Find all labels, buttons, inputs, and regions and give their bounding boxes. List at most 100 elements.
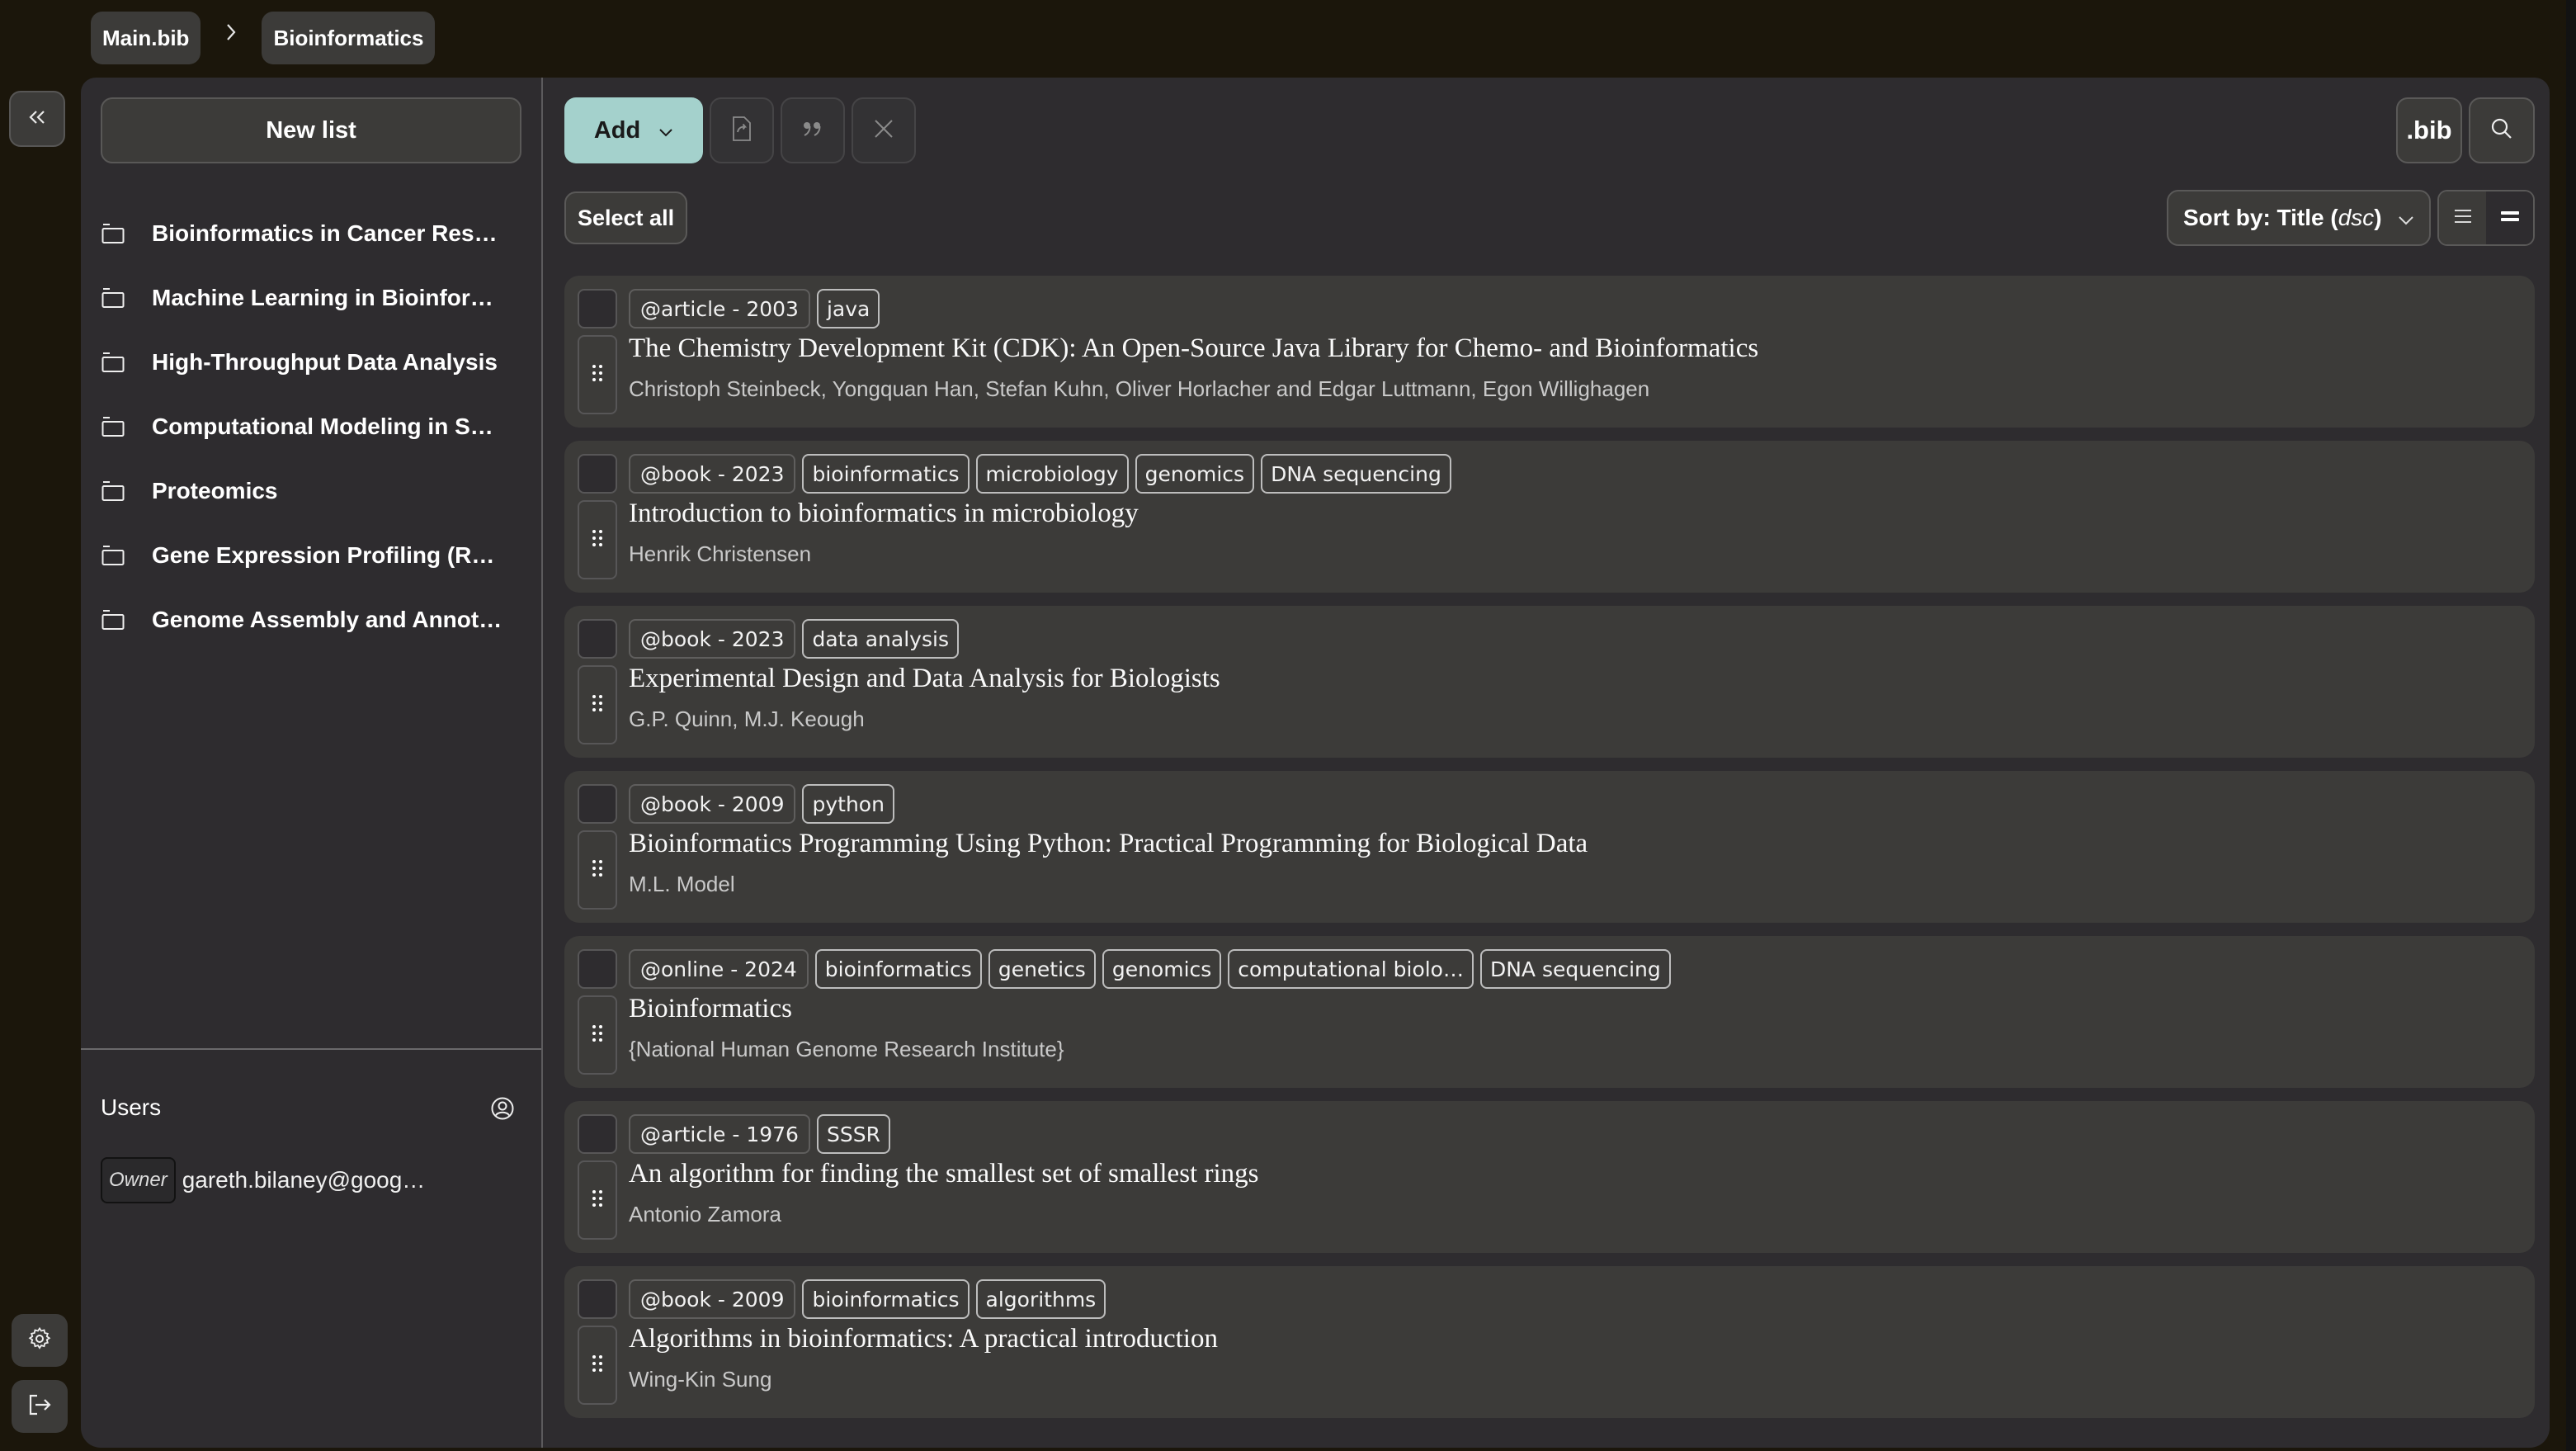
keyword-tag[interactable]: python — [802, 784, 894, 824]
search-button[interactable] — [2469, 97, 2535, 163]
entry-authors: G.P. Quinn, M.J. Keough — [629, 707, 865, 731]
view-compact-button[interactable] — [2439, 191, 2486, 244]
sidebar-list-item[interactable]: Computational Modeling in S… — [101, 395, 530, 459]
page-scrollbar[interactable] — [2566, 0, 2576, 1451]
entry-authors: Wing-Kin Sung — [629, 1367, 772, 1392]
chevron-down-icon — [2398, 205, 2414, 231]
drag-handle[interactable] — [578, 500, 617, 579]
entry-type-badge: @article - 2003 — [629, 289, 810, 328]
drag-handle[interactable] — [578, 335, 617, 414]
drag-handle[interactable] — [578, 1160, 617, 1240]
drag-handle[interactable] — [578, 1326, 617, 1405]
keyword-tag[interactable]: algorithms — [975, 1279, 1106, 1319]
add-button[interactable]: Add — [564, 97, 703, 163]
grip-dots-icon — [592, 859, 603, 881]
entry-card[interactable]: @book - 2009 bioinformatics algorithms Algo… — [564, 1266, 2535, 1418]
entry-title[interactable]: An algorithm for finding the smallest se… — [629, 1159, 1258, 1189]
entries-panel: Add Select all .bib Sort by: Title (dsc)… — [543, 78, 2550, 1448]
entry-title[interactable]: Introduction to bioinformatics in microb… — [629, 499, 1139, 529]
breadcrumb-item-bioinformatics[interactable]: Bioinformatics — [262, 12, 436, 64]
list-compact-icon — [2454, 209, 2472, 228]
breadcrumb: Main.bib Bioinformatics — [91, 12, 436, 64]
new-list-button[interactable]: New list — [101, 97, 521, 163]
clear-selection-button[interactable] — [852, 97, 916, 163]
add-label: Add — [593, 116, 641, 144]
select-all-button[interactable]: Select all — [564, 191, 688, 244]
chevrons-left-icon — [26, 107, 49, 131]
folder-icon — [101, 350, 125, 375]
cite-button[interactable] — [781, 97, 845, 163]
grip-dots-icon — [592, 1354, 603, 1377]
entry-checkbox[interactable] — [578, 1114, 617, 1154]
bib-export-button[interactable]: .bib — [2396, 97, 2462, 163]
drag-handle[interactable] — [578, 995, 617, 1075]
keyword-tag[interactable]: genetics — [988, 949, 1096, 989]
grip-dots-icon — [592, 364, 603, 386]
entry-list: @article - 2003 java The Chemistry Develop… — [564, 276, 2535, 1431]
entry-card[interactable]: @book - 2023 data analysis Experimental De… — [564, 606, 2535, 758]
sidebar-list-item[interactable]: Machine Learning in Bioinfor… — [101, 266, 530, 330]
list-label: Bioinformatics in Cancer Rese… — [152, 220, 507, 246]
view-expanded-button[interactable] — [2486, 191, 2533, 244]
sidebar-list-item[interactable]: Genome Assembly and Annot… — [101, 588, 530, 652]
entry-type-badge: @book - 2009 — [629, 784, 796, 824]
list-label: Proteomics — [152, 478, 278, 503]
entry-title[interactable]: The Chemistry Development Kit (CDK): An … — [629, 333, 1758, 364]
user-email: gareth.bilaney@goog… — [182, 1167, 426, 1193]
sort-dropdown[interactable]: Sort by: Title (dsc) — [2167, 190, 2431, 246]
keyword-tag[interactable]: bioinformatics — [814, 949, 982, 989]
entry-card[interactable]: @article - 2003 java The Chemistry Develop… — [564, 276, 2535, 428]
entry-card[interactable]: @online - 2024 bioinformatics genetics geno… — [564, 936, 2535, 1088]
export-button[interactable] — [710, 97, 774, 163]
entry-title[interactable]: Bioinformatics — [629, 994, 792, 1024]
quote-icon — [801, 119, 824, 143]
entry-title[interactable]: Algorithms in bioinformatics: A practica… — [629, 1324, 1218, 1354]
grip-dots-icon — [592, 1024, 603, 1047]
drag-handle[interactable] — [578, 665, 617, 744]
breadcrumb-item-main-bib[interactable]: Main.bib — [91, 12, 201, 64]
keyword-tag[interactable]: java — [816, 289, 880, 328]
logout-button[interactable] — [12, 1380, 68, 1433]
sidebar-list-item[interactable]: High-Throughput Data Analysis — [101, 330, 530, 395]
entry-card[interactable]: @book - 2023 bioinformatics microbiology ge… — [564, 441, 2535, 593]
sidebar-list-item[interactable]: Proteomics — [101, 459, 530, 523]
drag-handle[interactable] — [578, 830, 617, 910]
gear-icon — [27, 1326, 52, 1355]
keyword-tag[interactable]: genomics — [1102, 949, 1222, 989]
entry-checkbox[interactable] — [578, 289, 617, 328]
sidebar-list-item[interactable]: Bioinformatics in Cancer Rese… — [101, 201, 530, 266]
entry-checkbox[interactable] — [578, 1279, 617, 1319]
entry-title[interactable]: Experimental Design and Data Analysis fo… — [629, 664, 1220, 694]
entry-checkbox[interactable] — [578, 454, 617, 494]
list-collection: Bioinformatics in Cancer Rese… Machine L… — [101, 201, 530, 652]
keyword-tag[interactable]: SSSR — [816, 1114, 890, 1154]
keyword-tag[interactable]: DNA sequencing — [1479, 949, 1671, 989]
file-export-icon — [732, 116, 752, 146]
user-circle-icon[interactable] — [490, 1096, 515, 1121]
keyword-tag[interactable]: bioinformatics — [802, 1279, 970, 1319]
entry-type-badge: @online - 2024 — [629, 949, 809, 989]
folder-icon — [101, 414, 125, 439]
settings-button[interactable] — [12, 1314, 68, 1367]
folder-icon — [101, 286, 125, 310]
list-label: Machine Learning in Bioinfor… — [152, 285, 493, 310]
keyword-tag[interactable]: computational biolo… — [1228, 949, 1474, 989]
grip-dots-icon — [592, 1189, 603, 1212]
list-expanded-icon — [2500, 209, 2520, 228]
sidebar-list-item[interactable]: Gene Expression Profiling (RN… — [101, 523, 530, 588]
entry-checkbox[interactable] — [578, 619, 617, 659]
grip-dots-icon — [592, 694, 603, 716]
keyword-tag[interactable]: genomics — [1135, 454, 1255, 494]
keyword-tag[interactable]: bioinformatics — [802, 454, 970, 494]
entry-authors: Antonio Zamora — [629, 1202, 781, 1226]
entry-title[interactable]: Bioinformatics Programming Using Python:… — [629, 829, 1588, 859]
entry-checkbox[interactable] — [578, 949, 617, 989]
entry-checkbox[interactable] — [578, 784, 617, 824]
entry-card[interactable]: @book - 2009 python Bioinformatics Program… — [564, 771, 2535, 923]
entry-card[interactable]: @article - 1976 SSSR An algorithm for find… — [564, 1101, 2535, 1253]
entry-authors: Christoph Steinbeck, Yongquan Han, Stefa… — [629, 376, 1650, 401]
keyword-tag[interactable]: data analysis — [802, 619, 959, 659]
keyword-tag[interactable]: microbiology — [975, 454, 1129, 494]
keyword-tag[interactable]: DNA sequencing — [1261, 454, 1451, 494]
collapse-sidebar-button[interactable] — [9, 91, 65, 147]
